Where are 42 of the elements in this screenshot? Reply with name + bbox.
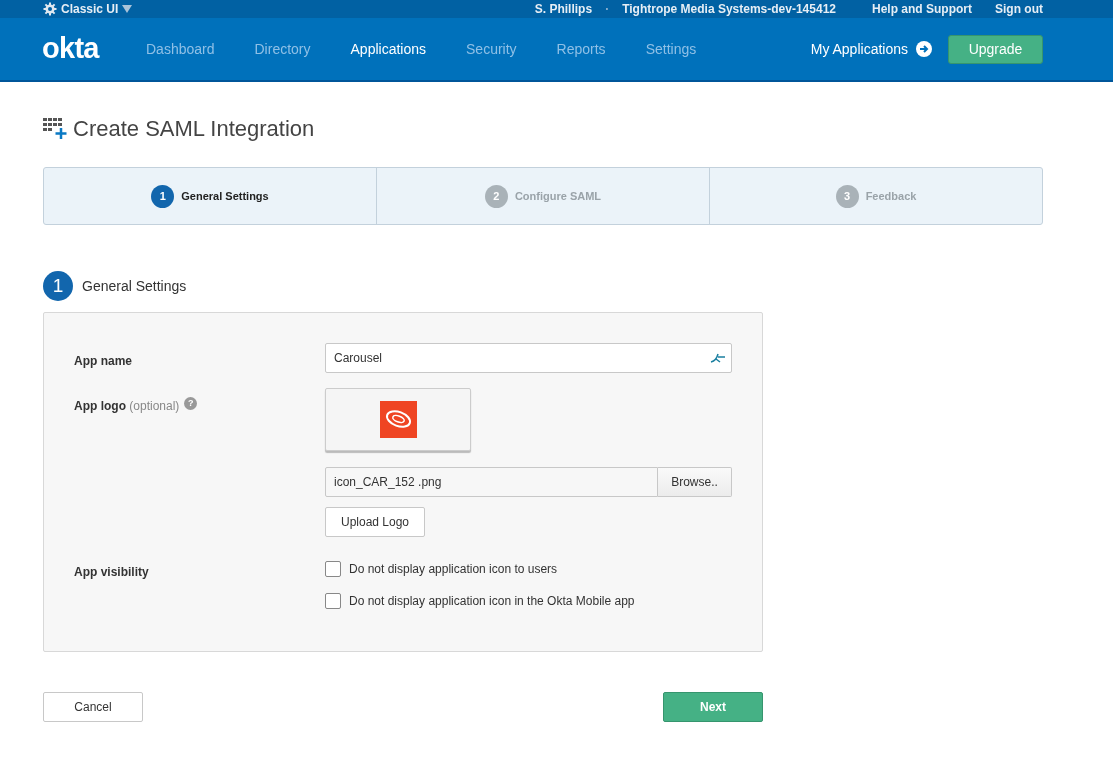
app-name-field[interactable]: Carousel <box>325 343 732 373</box>
page-title: Create SAML Integration <box>73 115 315 143</box>
checkbox-label: Do not display application icon in the Okta Mobile app <box>349 593 635 610</box>
checkbox[interactable] <box>325 561 341 577</box>
step-number-badge: 1 <box>43 271 73 301</box>
field-label: App name <box>74 353 133 370</box>
separator-dot: · <box>605 1 610 18</box>
top-link[interactable]: Sign out <box>995 0 1043 18</box>
field-label: App logo (optional) <box>74 398 180 415</box>
nav-tab[interactable]: Security <box>466 38 517 60</box>
nav-tab[interactable]: Reports <box>556 38 606 60</box>
step-number-badge: 2 <box>484 184 508 208</box>
nav-tab[interactable]: Dashboard <box>146 38 215 60</box>
step-label: General Settings <box>181 188 269 204</box>
caret-icon[interactable] <box>122 5 133 13</box>
help-icon[interactable]: ? <box>184 397 198 410</box>
upgrade-button[interactable]: Upgrade <box>948 34 1043 64</box>
next-button[interactable]: Next <box>663 692 763 722</box>
nav-tab[interactable]: Settings <box>645 38 697 60</box>
step-number-badge: 3 <box>835 184 859 208</box>
step-label: Configure SAML <box>514 188 602 204</box>
okta-logo[interactable]: okta <box>42 27 146 71</box>
file-name-field[interactable]: icon_CAR_152 .png <box>325 467 658 497</box>
classic-ui-menu[interactable]: Classic UI <box>61 0 119 18</box>
checkbox-label: Do not display application icon to users <box>349 561 558 578</box>
browse-button[interactable]: Browse.. <box>658 467 732 497</box>
nav-tab[interactable]: Applications <box>350 38 426 60</box>
my-applications-link[interactable]: My Applications <box>810 38 908 60</box>
arrow-right-icon[interactable] <box>916 41 932 57</box>
checkbox[interactable] <box>325 593 341 609</box>
step-label: Feedback <box>865 188 917 204</box>
app-logo-image <box>379 401 417 438</box>
step-number-badge: 1 <box>151 184 175 208</box>
field-label: App visibility <box>74 564 150 581</box>
grid-add-icon <box>43 117 67 140</box>
upload-logo-button[interactable]: Upload Logo <box>325 507 425 537</box>
top-link[interactable]: Help and Support <box>872 0 972 18</box>
user-name[interactable]: S. Phillips <box>534 0 593 18</box>
nav-tab[interactable]: Directory <box>254 38 311 60</box>
organization-name: Tightrope Media Systems-dev-145412 <box>622 1 836 18</box>
cancel-button[interactable]: Cancel <box>43 692 143 722</box>
section-title: General Settings <box>82 276 187 296</box>
